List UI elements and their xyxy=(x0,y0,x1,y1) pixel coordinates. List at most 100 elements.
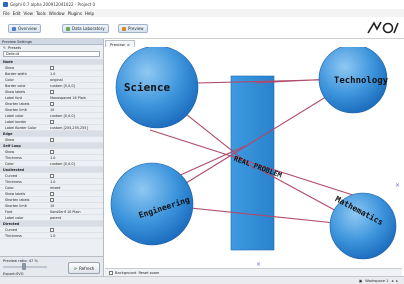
reset-zoom-button[interactable]: Reset zoom xyxy=(138,271,159,275)
preset-dropdown[interactable]: Default xyxy=(3,51,100,57)
gephi-app-icon xyxy=(3,2,8,7)
window-titlebar: Gephi 0.7 alpha 200912041022 - Project 0 xyxy=(0,0,404,9)
property-checkbox[interactable] xyxy=(50,101,96,106)
checkbox[interactable] xyxy=(50,119,54,124)
checkbox[interactable] xyxy=(50,65,54,70)
property-value-text: custom [0,0,0] xyxy=(50,83,75,88)
property-value[interactable]: custom [0,0,0] xyxy=(50,162,96,166)
node-label-technology: Technology xyxy=(334,76,389,86)
property-label: Label Border Color xyxy=(5,125,37,130)
checkbox[interactable] xyxy=(50,89,54,94)
menu-file[interactable]: File xyxy=(3,11,10,16)
property-label: Shorten labels xyxy=(5,197,30,202)
property-value[interactable]: 10 xyxy=(50,204,96,208)
property-label: Show xyxy=(5,149,15,154)
checkbox[interactable] xyxy=(50,191,54,196)
tab-data-laboratory-label: Data Laboratory xyxy=(72,26,105,31)
property-label: Label font xyxy=(5,95,22,100)
menu-window[interactable]: Window xyxy=(49,11,65,16)
property-label: Curved xyxy=(5,227,18,232)
property-value[interactable]: Monospaced 16 Plain xyxy=(50,96,96,100)
menu-plugins[interactable]: Plugins xyxy=(68,11,82,16)
preview-window-tab[interactable]: Preview × xyxy=(105,40,135,47)
workspace-prev-icon[interactable]: ◂ xyxy=(391,279,393,283)
menu-view[interactable]: View xyxy=(23,11,33,16)
background-checkbox[interactable] xyxy=(109,270,113,275)
preview-canvas[interactable]: × × × Science Technology Engineering Mat… xyxy=(105,47,402,268)
property-checkbox[interactable] xyxy=(50,197,96,202)
gephi-logo xyxy=(367,21,399,34)
property-value-text: 1.0 xyxy=(50,71,56,76)
preset-dropdown-value: Default xyxy=(6,52,20,56)
property-value[interactable]: 1.0 xyxy=(50,180,96,184)
property-value-text: custom [0,0,0] xyxy=(50,113,75,118)
property-label: Shorten limit xyxy=(5,107,27,112)
property-checkbox[interactable] xyxy=(50,137,96,142)
checkbox[interactable] xyxy=(50,173,54,178)
property-label: Show labels xyxy=(5,89,26,94)
property-sheet: Node Show Border width 1.0 Color original Bord… xyxy=(0,59,103,239)
property-label: Font xyxy=(5,209,13,214)
table-icon xyxy=(66,26,70,31)
property-value-text: mixed xyxy=(50,185,61,190)
preview-bottom-bar: Background Reset zoom xyxy=(105,268,402,276)
property-value[interactable]: custom [0,0,0] xyxy=(50,114,96,118)
menu-tools[interactable]: Tools xyxy=(36,11,46,16)
property-checkbox[interactable] xyxy=(50,149,96,154)
tab-overview[interactable]: Overview xyxy=(8,24,41,33)
property-value-text: 10 xyxy=(50,203,55,208)
tab-data-laboratory[interactable]: Data Laboratory xyxy=(62,24,109,33)
workspace-label[interactable]: Workspace 1 xyxy=(365,279,388,283)
close-icon[interactable]: × xyxy=(127,42,130,47)
preview-settings-title: Preview Settings xyxy=(2,39,32,44)
property-label: Thickness xyxy=(5,233,22,238)
property-checkbox[interactable] xyxy=(50,89,96,94)
checkbox[interactable] xyxy=(50,197,54,202)
property-label: Undirected xyxy=(3,167,25,172)
property-label: Curved xyxy=(5,173,18,178)
status-bar: ▣ Workspace 1 ◂ ▸ xyxy=(0,276,404,284)
preview-settings-panel: Preview Settings ✎ Presets Default Node S… xyxy=(0,39,104,278)
overview-icon xyxy=(12,26,16,31)
property-value-text: Monospaced 16 Plain xyxy=(50,95,86,100)
checkbox[interactable] xyxy=(50,227,54,232)
preview-ratio-label: Preview ratio: 47 % xyxy=(3,259,38,263)
refresh-icon: ⟳ xyxy=(73,265,78,271)
property-value[interactable]: parent xyxy=(50,216,96,220)
property-label: Label color xyxy=(5,215,24,220)
property-value[interactable]: custom [255,255,255] xyxy=(50,126,96,130)
property-checkbox[interactable] xyxy=(50,119,96,124)
tab-preview[interactable]: Preview xyxy=(118,24,148,33)
checkbox[interactable] xyxy=(50,137,54,142)
property-value-text: original xyxy=(50,77,63,82)
property-checkbox[interactable] xyxy=(50,65,96,70)
property-value[interactable]: mixed xyxy=(50,186,96,190)
property-checkbox[interactable] xyxy=(50,173,96,178)
preview-ratio-slider-knob[interactable] xyxy=(21,263,26,270)
workspace-toolbar: Overview Data Laboratory Preview xyxy=(0,17,404,39)
background-label: Background xyxy=(115,270,137,275)
property-value[interactable]: original xyxy=(50,78,96,82)
property-value[interactable]: 10 xyxy=(50,108,96,112)
property-checkbox[interactable] xyxy=(50,191,96,196)
checkbox[interactable] xyxy=(50,101,54,106)
property-value[interactable]: SansSerif 10 Plain xyxy=(50,210,96,214)
property-value[interactable]: 1.0 xyxy=(50,234,96,238)
property-value-text: custom [255,255,255] xyxy=(50,125,88,130)
property-label: Color xyxy=(5,161,14,166)
property-value[interactable]: 1.0 xyxy=(50,72,96,76)
property-label: Shorten limit xyxy=(5,203,27,208)
checkbox[interactable] xyxy=(50,149,54,154)
workspace-icon: ▣ xyxy=(358,278,363,283)
workspace-next-icon[interactable]: ▸ xyxy=(396,279,398,283)
refresh-button[interactable]: ⟳ Refresh xyxy=(68,262,100,274)
menu-edit[interactable]: Edit xyxy=(13,11,21,16)
property-checkbox[interactable] xyxy=(50,227,96,232)
property-value[interactable]: 1.0 xyxy=(50,156,96,160)
property-value[interactable]: custom [0,0,0] xyxy=(50,84,96,88)
property-label: Shorten labels xyxy=(5,101,30,106)
menu-help[interactable]: Help xyxy=(85,11,94,16)
property-label: Color xyxy=(5,77,14,82)
preview-window-tab-label: Preview xyxy=(110,41,125,47)
property-label: Label border xyxy=(5,119,27,124)
